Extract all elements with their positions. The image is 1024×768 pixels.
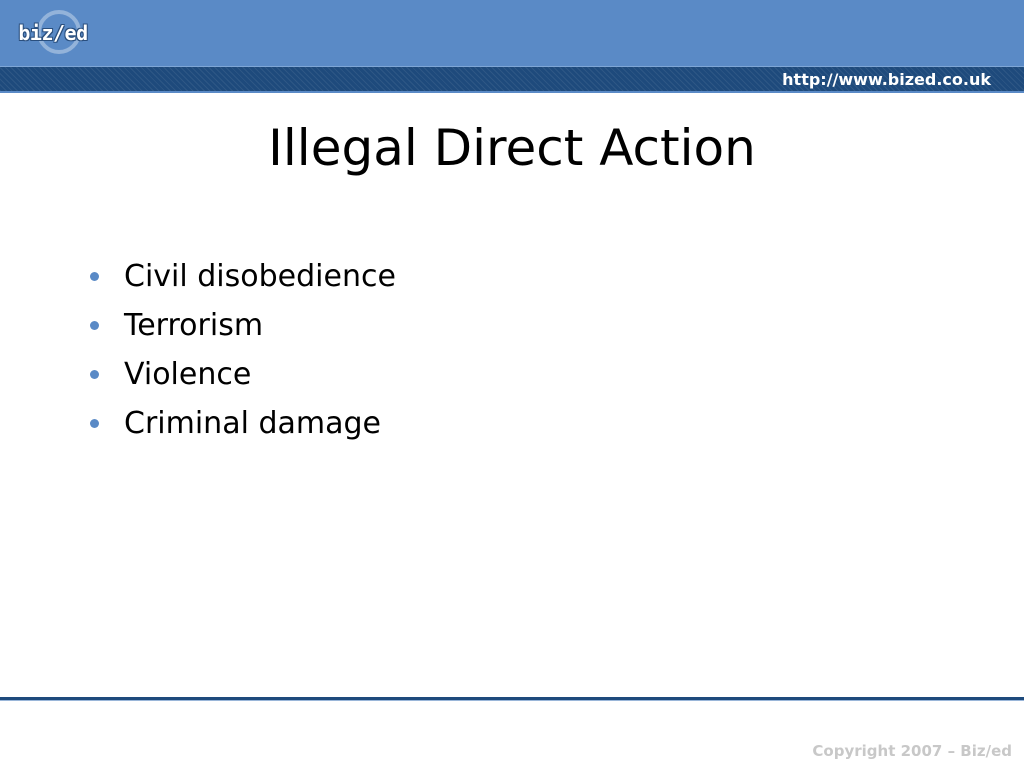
bullet-text: Terrorism xyxy=(124,308,264,343)
bullet-dot-icon xyxy=(90,419,99,428)
slide: biz/ed http://www.bized.co.uk Illegal Di… xyxy=(0,0,1024,768)
bullet-list: Civil disobedience Terrorism Violence Cr… xyxy=(86,252,396,448)
logo-text: biz/ed xyxy=(18,21,88,45)
site-url: http://www.bized.co.uk xyxy=(782,70,991,89)
bullet-text: Violence xyxy=(124,357,252,392)
bullet-dot-icon xyxy=(90,321,99,330)
bullet-dot-icon xyxy=(90,370,99,379)
bullet-item: Violence xyxy=(86,350,396,399)
copyright-notice: Copyright 2007 – Biz/ed xyxy=(812,742,1012,760)
header-band xyxy=(0,0,1024,66)
bullet-item: Civil disobedience xyxy=(86,252,396,301)
bullet-text: Civil disobedience xyxy=(124,259,396,294)
bullet-item: Terrorism xyxy=(86,301,396,350)
bullet-item: Criminal damage xyxy=(86,399,396,448)
bullet-dot-icon xyxy=(90,272,99,281)
bullet-text: Criminal damage xyxy=(124,406,381,441)
slide-title: Illegal Direct Action xyxy=(268,119,756,177)
bized-logo-icon: biz/ed xyxy=(4,6,102,60)
footer-divider-light xyxy=(0,700,1024,701)
